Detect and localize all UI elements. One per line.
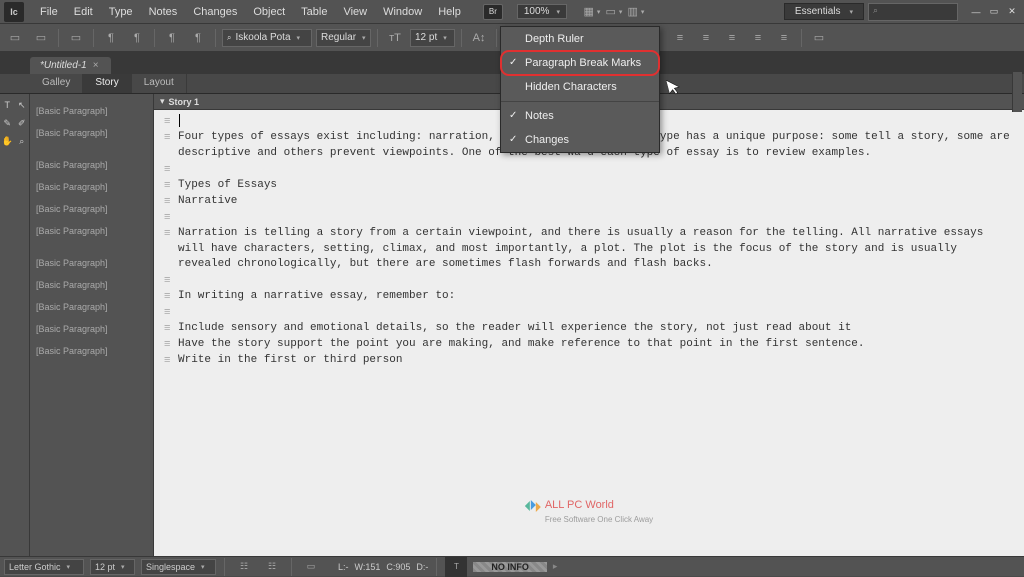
para-style-item[interactable]: [Basic Paragraph]: [30, 274, 153, 296]
align-justify4-icon[interactable]: ≡: [773, 28, 795, 48]
sb-line: L:-: [338, 562, 349, 572]
sb-icon-t[interactable]: T: [445, 557, 467, 577]
dd-changes[interactable]: Changes: [501, 128, 659, 152]
eyedropper-tool[interactable]: ✐: [15, 114, 30, 132]
sb-spacing[interactable]: Singlespace: [141, 559, 216, 575]
tb-icon-7[interactable]: ¶: [187, 28, 209, 48]
view-options-icon[interactable]: ▭: [603, 2, 625, 22]
sb-size[interactable]: 12 pt: [90, 559, 135, 575]
font-size-icon: ᴛT: [384, 28, 406, 48]
paragraph-style-panel: [Basic Paragraph] [Basic Paragraph] [Bas…: [30, 94, 154, 556]
statusbar: Letter Gothic 12 pt Singlespace ☷ ☷ ▭ L:…: [0, 556, 1024, 576]
font-style-field[interactable]: Regular: [316, 29, 371, 47]
font-family-field[interactable]: ⌕Iskoola Pota: [222, 29, 312, 47]
menu-window[interactable]: Window: [375, 0, 430, 24]
para-style-item[interactable]: [Basic Paragraph]: [30, 340, 153, 362]
document-tab[interactable]: *Untitled-1 ×: [30, 57, 111, 74]
search-icon: ⌕: [873, 5, 878, 15]
menu-help[interactable]: Help: [430, 0, 469, 24]
para-style-item[interactable]: [Basic Paragraph]: [30, 318, 153, 340]
menubar: Ic File Edit Type Notes Changes Object T…: [0, 0, 1024, 24]
para-style-item[interactable]: [Basic Paragraph]: [30, 252, 153, 274]
para-style-item[interactable]: [Basic Paragraph]: [30, 100, 153, 122]
watermark: ALL PC World Free Software One Click Awa…: [525, 498, 653, 526]
dd-paragraph-break-marks[interactable]: Paragraph Break Marks: [501, 51, 659, 75]
type-tool[interactable]: T: [0, 96, 15, 114]
menu-edit[interactable]: Edit: [66, 0, 101, 24]
story-editor: ▾ Story 1 ≡ ≡Four types of essays exist …: [154, 94, 1024, 556]
toolbox: T↖ ✎✐ ✋⌕: [0, 94, 30, 556]
align-justify3-icon[interactable]: ≡: [747, 28, 769, 48]
dd-separator: [501, 101, 659, 102]
para-style-item[interactable]: [Basic Paragraph]: [30, 122, 153, 144]
position-tool[interactable]: ↖: [15, 96, 30, 114]
arrange-icon[interactable]: ▥: [625, 2, 647, 22]
hand-tool[interactable]: ✋: [0, 132, 15, 150]
zoom-tool[interactable]: ⌕: [15, 132, 30, 150]
screen-mode-icon[interactable]: ▦: [581, 2, 603, 22]
dd-depth-ruler[interactable]: Depth Ruler: [501, 27, 659, 51]
sb-icon-3[interactable]: ▭: [300, 557, 322, 577]
dd-hidden-characters[interactable]: Hidden Characters: [501, 75, 659, 99]
sb-noinfo: NO INFO: [473, 562, 547, 572]
close-button[interactable]: ✕: [1004, 5, 1020, 19]
sb-arrow-right[interactable]: ▸: [553, 561, 558, 572]
tb-icon-end[interactable]: ▭: [808, 28, 830, 48]
logo-icon: [525, 498, 541, 514]
align-right-icon[interactable]: ≡: [669, 28, 691, 48]
tb-icon-3[interactable]: ▭: [65, 28, 87, 48]
sb-depth: D:-: [416, 562, 428, 572]
maximize-button[interactable]: ▭: [986, 5, 1002, 19]
view-options-dropdown: Depth Ruler Paragraph Break Marks Hidden…: [500, 26, 660, 153]
leading-icon[interactable]: A↕: [468, 28, 490, 48]
search-input[interactable]: ⌕: [868, 3, 958, 21]
note-tool[interactable]: ✎: [0, 114, 15, 132]
tab-story[interactable]: Story: [83, 74, 131, 93]
font-size-field[interactable]: 12 pt: [410, 29, 455, 47]
tb-icon-1[interactable]: ▭: [4, 28, 26, 48]
menu-view[interactable]: View: [335, 0, 375, 24]
tb-icon-2[interactable]: ▭: [30, 28, 52, 48]
right-panel-toggle[interactable]: [1012, 72, 1022, 112]
sb-icon-1[interactable]: ☷: [233, 557, 255, 577]
sb-word: W:151: [355, 562, 381, 572]
tb-icon-6[interactable]: ¶: [161, 28, 183, 48]
bridge-icon[interactable]: Br: [483, 4, 503, 20]
menu-type[interactable]: Type: [101, 0, 141, 24]
tab-galley[interactable]: Galley: [30, 74, 83, 93]
para-style-item[interactable]: [Basic Paragraph]: [30, 296, 153, 318]
sb-font[interactable]: Letter Gothic: [4, 559, 84, 575]
menu-changes[interactable]: Changes: [185, 0, 245, 24]
close-tab-icon[interactable]: ×: [93, 60, 99, 71]
menu-table[interactable]: Table: [293, 0, 335, 24]
zoom-level[interactable]: 100%: [517, 4, 567, 19]
tab-layout[interactable]: Layout: [132, 74, 187, 93]
collapse-icon[interactable]: ▾: [160, 96, 165, 107]
app-icon: Ic: [4, 2, 24, 22]
workspace-switcher[interactable]: Essentials: [784, 3, 864, 20]
tb-icon-5[interactable]: ¶: [126, 28, 148, 48]
align-justify2-icon[interactable]: ≡: [721, 28, 743, 48]
menu-notes[interactable]: Notes: [141, 0, 186, 24]
para-style-item[interactable]: [Basic Paragraph]: [30, 198, 153, 220]
sb-char: C:905: [386, 562, 410, 572]
minimize-button[interactable]: —: [968, 5, 984, 19]
dd-notes[interactable]: Notes: [501, 104, 659, 128]
para-style-item[interactable]: [Basic Paragraph]: [30, 220, 153, 242]
sb-icon-2[interactable]: ☷: [261, 557, 283, 577]
para-style-item[interactable]: [Basic Paragraph]: [30, 176, 153, 198]
menu-object[interactable]: Object: [245, 0, 293, 24]
story-body[interactable]: ≡ ≡Four types of essays exist including:…: [154, 110, 1024, 556]
align-justify-icon[interactable]: ≡: [695, 28, 717, 48]
para-style-item[interactable]: [Basic Paragraph]: [30, 154, 153, 176]
tb-icon-4[interactable]: ¶: [100, 28, 122, 48]
menu-file[interactable]: File: [32, 0, 66, 24]
